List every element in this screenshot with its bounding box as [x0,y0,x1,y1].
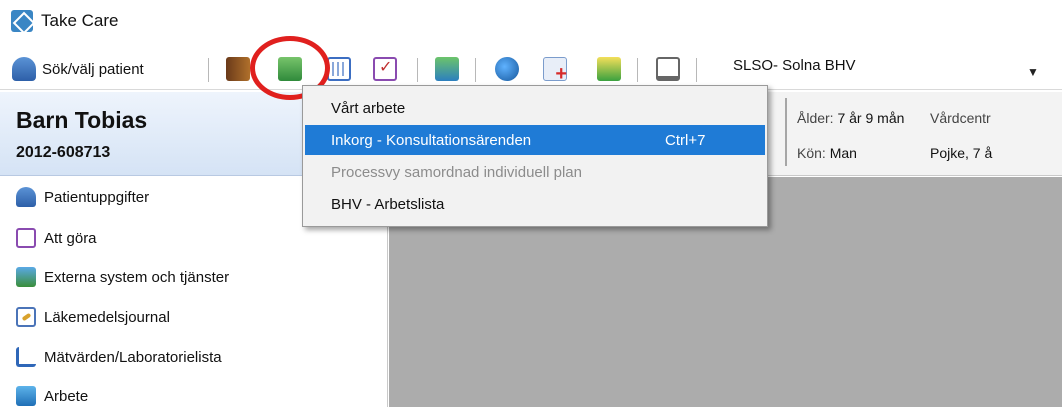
gender-label: Kön: [797,145,826,161]
menu-item-bhv-arbetslista[interactable]: BHV - Arbetslista [305,189,765,219]
window-title: Take Care [41,11,119,30]
gender-value: Man [829,145,857,161]
info-divider [785,98,787,166]
todo-button[interactable] [373,54,397,84]
sidebar-item-lab-values[interactable]: Mätvärden/Laboratorielista [16,343,222,371]
add-referral-icon [543,57,567,86]
work-popup-menu: Vårt arbete Inkorg - Konsultationsärende… [302,85,768,227]
menu-item-vart-arbete[interactable]: Vårt arbete [305,93,765,123]
computer-icon [656,57,680,81]
external-systems-icon [16,267,36,287]
take-care-logo-icon [11,10,33,32]
person-screen-button[interactable] [435,54,459,84]
toolbar-separator [208,58,209,82]
age-info: Ålder: 7 år 9 mån [797,110,904,126]
sidebar-item-work[interactable]: Arbete [16,382,88,407]
location-select[interactable]: SLSO- Solna BHV [733,57,856,74]
person-screen-icon [435,57,459,81]
calculator-icon [327,57,351,81]
sidebar-item-todo[interactable]: Att göra [16,224,97,252]
globe-icon [495,57,519,81]
checklist-icon [373,57,397,81]
add-referral-button[interactable] [543,54,567,86]
title-bar: Take Care [0,0,1062,42]
sidebar-item-patient-info[interactable]: Patientuppgifter [16,183,149,211]
menu-item-inkorg[interactable]: Inkorg - Konsultationsärenden Ctrl+7 [305,125,765,155]
menu-item-shortcut: Ctrl+7 [665,131,706,149]
menu-item-label: Vårt arbete [331,99,406,117]
sidebar-item-label: Mätvärden/Laboratorielista [44,348,222,366]
main-toolbar: Sök/välj patient [0,48,1062,90]
age-value: 7 år 9 mån [837,110,905,126]
money-button[interactable] [597,54,621,84]
patient-name: Barn Tobias [16,107,148,133]
globe-button[interactable] [495,54,519,84]
patient-info-icon [16,187,36,207]
group-info: Pojke, 7 å [930,145,993,161]
todo-check-icon [16,228,36,248]
menu-item-processvy: Processvy samordnad individuell plan [305,157,765,187]
toolbar-separator [417,58,418,82]
medication-icon [16,307,36,327]
calculator-button[interactable] [327,54,351,84]
patient-id: 2012-608713 [16,144,111,161]
vardcentral-label: Vårdcentr [930,110,991,126]
menu-item-label: BHV - Arbetslista [331,195,445,213]
toolbar-separator [475,58,476,82]
age-label: Ålder: [797,110,834,126]
patient-search-label: Sök/välj patient [42,60,144,78]
person-search-icon [12,57,36,81]
patient-search-button[interactable]: Sök/välj patient [12,54,144,84]
lab-chart-icon [16,347,36,367]
sidebar-item-medication[interactable]: Läkemedelsjournal [16,303,170,331]
sidebar-item-label: Läkemedelsjournal [44,308,170,326]
menu-item-label: Inkorg - Konsultationsärenden [331,131,532,149]
toolbar-separator [637,58,638,82]
sidebar-item-external-systems[interactable]: Externa system och tjänster [16,263,229,291]
menu-item-label: Processvy samordnad individuell plan [331,163,582,181]
sidebar-item-label: Att göra [44,229,97,247]
sidebar-item-label: Patientuppgifter [44,188,150,206]
sidebar-item-label: Arbete [44,387,89,405]
work-icon [16,386,36,406]
journal-button[interactable] [226,54,250,84]
toolbar-separator [696,58,697,82]
money-icon [597,57,621,81]
sidebar-item-label: Externa system och tjänster [44,268,230,286]
computer-button[interactable] [656,54,680,84]
gender-info: Kön: Man [797,145,857,161]
chevron-down-icon[interactable]: ▼ [1018,60,1048,84]
book-icon [226,57,250,81]
